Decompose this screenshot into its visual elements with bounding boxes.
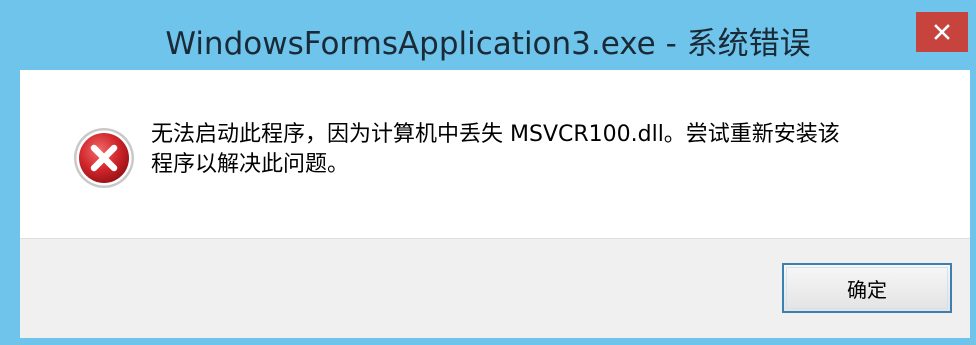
window-title: WindowsFormsApplication3.exe - 系统错误: [165, 26, 811, 62]
error-icon: [74, 128, 134, 188]
error-message-line-2: 程序以解决此问题。: [151, 152, 350, 177]
message-area: 无法启动此程序，因为计算机中丢失 MSVCR100.dll。尝试重新安装该 程序…: [20, 70, 970, 238]
close-icon: [934, 24, 950, 40]
error-message-line-1: 无法启动此程序，因为计算机中丢失 MSVCR100.dll。尝试重新安装该: [151, 122, 840, 147]
button-bar: 确定: [20, 238, 970, 338]
ok-button[interactable]: 确定: [782, 263, 952, 313]
title-bar[interactable]: WindowsFormsApplication3.exe - 系统错误: [0, 0, 976, 70]
dialog-window: WindowsFormsApplication3.exe - 系统错误 无法启动…: [0, 0, 976, 345]
window-bottom-border: [0, 338, 976, 345]
close-button[interactable]: [916, 12, 968, 52]
error-message: 无法启动此程序，因为计算机中丢失 MSVCR100.dll。尝试重新安装该 程序…: [151, 120, 931, 180]
